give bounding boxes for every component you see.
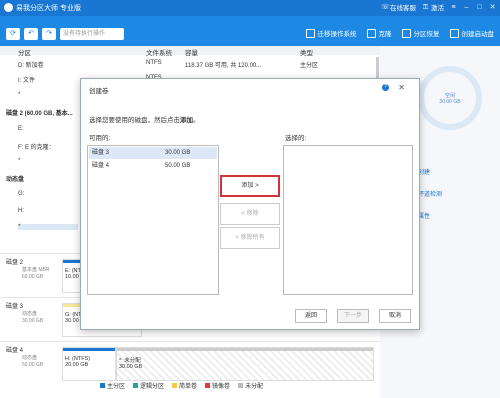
app-title: 易我分区大师 专业版	[16, 5, 81, 12]
disk-label: 磁盘 4	[6, 348, 24, 354]
close-window-icon[interactable]: ✕	[489, 4, 496, 11]
clone-button[interactable]: 克隆	[366, 28, 392, 38]
menu-icon[interactable]: ≡	[450, 4, 457, 11]
legend-item: 逻辑分区	[133, 381, 164, 390]
headset-icon: ☏	[381, 3, 390, 11]
next-button[interactable]: 下一步	[337, 309, 369, 323]
table-group-row[interactable]: 动态盘	[6, 174, 24, 183]
ring-label: 空闲 30.00 GB	[439, 93, 461, 105]
remove-all-button[interactable]: < 移除所有	[220, 227, 280, 249]
table-group-row[interactable]: 磁盘 2 (60.00 GB, 基本...	[6, 108, 73, 117]
help-icon[interactable]: ?	[382, 84, 389, 91]
legend: 主分区 逻辑分区 简单卷 镜像卷 未分配	[100, 381, 263, 390]
selected-disks-list[interactable]	[283, 145, 413, 295]
key-icon: ⚿	[422, 3, 429, 11]
partition-recovery-button[interactable]: 分区恢复	[401, 28, 440, 38]
maximize-icon[interactable]: □	[476, 4, 483, 11]
col-type[interactable]: 类型	[300, 47, 313, 57]
col-filesystem[interactable]: 文件系统	[146, 47, 172, 57]
table-row[interactable]: E:	[18, 126, 24, 132]
pending-operations-button[interactable]: 没有待执行操作	[60, 28, 124, 40]
migrate-icon	[305, 28, 315, 38]
col-capacity[interactable]: 容量	[185, 47, 198, 57]
available-label: 可用的:	[89, 135, 111, 142]
list-item[interactable]: 磁盘 3 30.00 GB	[89, 147, 217, 159]
table-cell-type: 主分区	[300, 63, 319, 69]
bad-sector-link[interactable]: 坏道检测	[418, 189, 442, 198]
available-disks-list[interactable]: 磁盘 3 30.00 GB 磁盘 4 50.00 GB	[87, 145, 219, 295]
list-item[interactable]: 磁盘 4 50.00 GB	[89, 160, 217, 172]
minimize-icon[interactable]: –	[463, 4, 470, 11]
undo-icon[interactable]: ↶	[24, 28, 38, 40]
boot-disk-icon	[449, 28, 459, 38]
partition-table-header: 分区 文件系统 容量 类型	[0, 46, 380, 57]
dialog-title: 创建卷	[89, 88, 109, 95]
table-cell-fs: NTFS	[146, 60, 162, 66]
table-row[interactable]: D: 新加卷	[18, 60, 44, 69]
create-boot-disk-button[interactable]: 创建启动盘	[449, 28, 494, 38]
activate-button[interactable]: ⚿ 激活	[422, 2, 444, 13]
disk-label: 磁盘 2	[6, 260, 24, 266]
create-volume-dialog: 创建卷 ? ✕ 选择您要使用的磁盘，然后点击添加。 可用的: 选择的: 磁盘 3…	[80, 78, 420, 330]
online-support-button[interactable]: ☏ 在线客服	[381, 2, 416, 13]
selected-label: 选择的:	[285, 135, 307, 142]
legend-item: 主分区	[100, 381, 125, 390]
unallocated-block[interactable]: *: 未分配 30.00 GB	[116, 347, 374, 381]
toolbar: ⟳ ↶ ↷ 没有待执行操作 迁移操作系统 克隆 分区恢复 创建启动盘	[0, 16, 500, 46]
app-logo-icon	[4, 3, 13, 12]
redo-icon[interactable]: ↷	[42, 28, 56, 40]
table-row[interactable]: I: 文件	[18, 75, 35, 84]
table-row-selected[interactable]: *	[18, 224, 78, 230]
partition-block[interactable]: H: (NTFS) 20.00 GB	[62, 347, 116, 381]
title-bar: 易我分区大师 专业版 ☏ 在线客服 ⚿ 激活 ≡ – □ ✕	[0, 0, 500, 16]
table-row[interactable]: H:	[18, 208, 24, 214]
table-row[interactable]: *	[18, 158, 20, 164]
disk-label: 磁盘 3	[6, 304, 24, 310]
close-icon[interactable]: ✕	[398, 83, 405, 92]
legend-item: 镜像卷	[205, 381, 230, 390]
back-button[interactable]: 返回	[295, 309, 327, 323]
cancel-button[interactable]: 取消	[379, 309, 411, 323]
migrate-os-button[interactable]: 迁移操作系统	[305, 28, 357, 38]
disk-map-row[interactable]: 磁盘 4 动态盘 50.00 GB H: (NTFS) 20.00 GB *: 未…	[0, 341, 380, 385]
clone-icon	[366, 28, 376, 38]
table-row[interactable]: F: E 的克隆：	[18, 142, 55, 151]
add-button[interactable]: 添加 >	[220, 175, 280, 197]
remove-button[interactable]: < 移除	[220, 203, 280, 225]
refresh-icon[interactable]: ⟳	[6, 28, 20, 40]
legend-item: 未分配	[238, 381, 263, 390]
table-cell-cap: 118.37 GB 可用, 共 120.00...	[185, 63, 262, 69]
recovery-icon	[401, 28, 411, 38]
table-row[interactable]: *	[18, 92, 20, 98]
col-partition[interactable]: 分区	[18, 47, 31, 57]
dialog-instruction: 选择您要使用的磁盘，然后点击添加。	[89, 117, 200, 124]
table-row[interactable]: G:	[18, 191, 24, 197]
legend-item: 简单卷	[172, 381, 197, 390]
